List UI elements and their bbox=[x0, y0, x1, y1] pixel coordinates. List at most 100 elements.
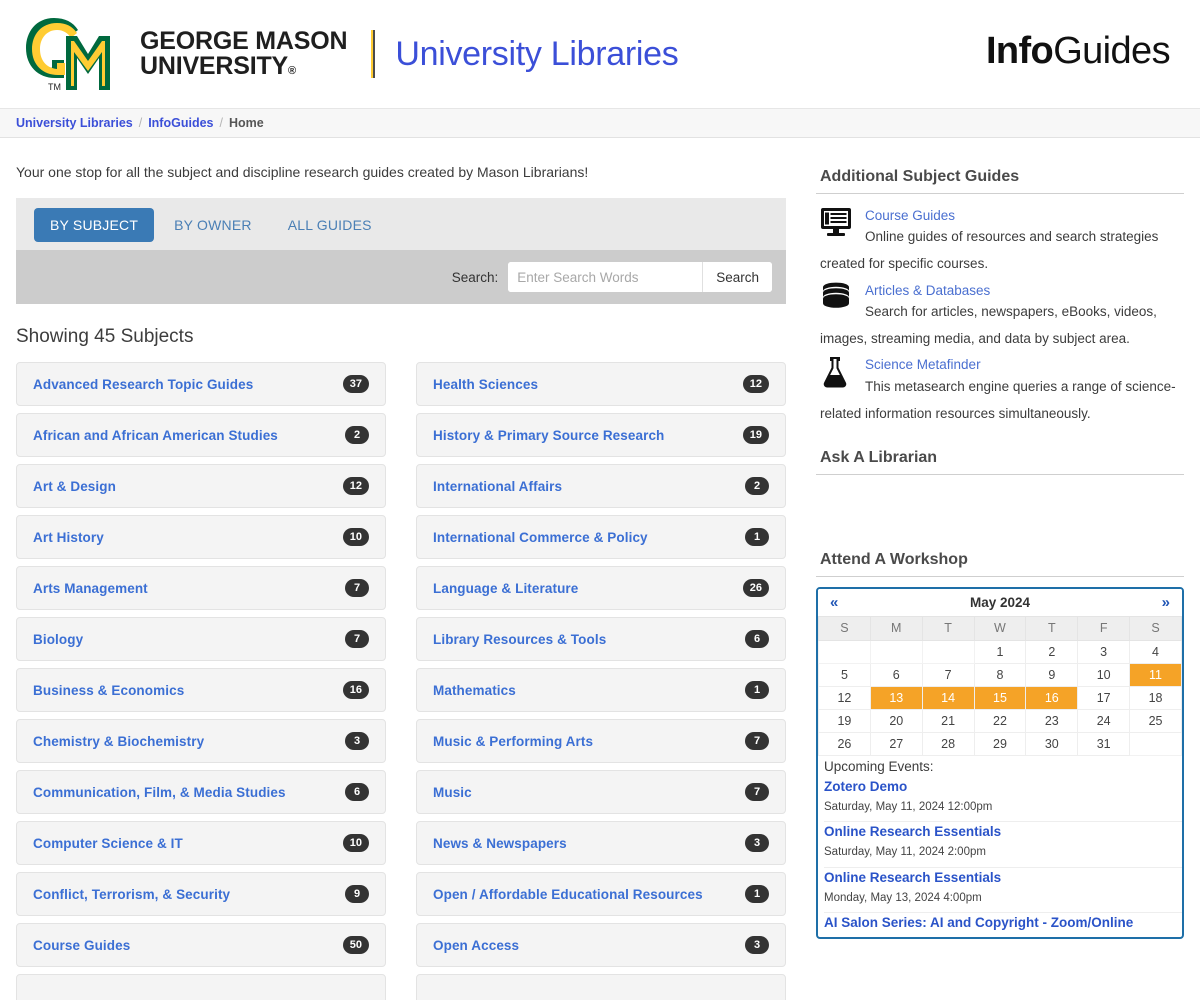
calendar-day-6[interactable]: 6 bbox=[869, 662, 923, 687]
event-title-link[interactable]: Online Research Essentials bbox=[824, 868, 1182, 889]
guide-item-course-guides[interactable]: Course Guides Online guides of resources… bbox=[816, 204, 1184, 248]
calendar-day-21[interactable]: 21 bbox=[921, 708, 975, 733]
event-title-link[interactable]: AI Salon Series: AI and Copyright - Zoom… bbox=[824, 913, 1182, 934]
subject-card[interactable]: Conflict, Terrorism, & Security 9 bbox=[16, 872, 386, 916]
guide-item-science-metafinder[interactable]: Science Metafinder This metasearch engin… bbox=[816, 353, 1184, 397]
calendar-day-9[interactable]: 9 bbox=[1025, 662, 1079, 687]
subject-card[interactable]: Open / Affordable Educational Resources 1 bbox=[416, 872, 786, 916]
tab-all-guides[interactable]: ALL GUIDES bbox=[272, 208, 388, 242]
site-header: TM GEORGE MASON UNIVERSITY® University L… bbox=[0, 0, 1200, 108]
calendar-day-14[interactable]: 14 bbox=[921, 685, 975, 710]
subject-card[interactable]: Music & Performing Arts 7 bbox=[416, 719, 786, 763]
calendar-day-18[interactable]: 18 bbox=[1129, 685, 1182, 710]
calendar-prev-month-button[interactable]: « bbox=[830, 594, 838, 611]
calendar-day-16[interactable]: 16 bbox=[1025, 685, 1079, 710]
subject-card[interactable]: Computer Science & IT 10 bbox=[16, 821, 386, 865]
calendar-day-10[interactable]: 10 bbox=[1077, 662, 1131, 687]
subject-card[interactable]: Library Resources & Tools 6 bbox=[416, 617, 786, 661]
subject-card[interactable]: International Commerce & Policy 1 bbox=[416, 515, 786, 559]
brand-lockup[interactable]: TM GEORGE MASON UNIVERSITY® bbox=[24, 14, 348, 94]
calendar-day-3[interactable]: 3 bbox=[1077, 639, 1131, 664]
subject-card[interactable]: News & Newspapers 3 bbox=[416, 821, 786, 865]
subject-card[interactable]: Art & Design 12 bbox=[16, 464, 386, 508]
subject-card-label: Art & Design bbox=[33, 478, 116, 494]
subject-card-count-badge: 6 bbox=[345, 783, 369, 801]
calendar-day-31[interactable]: 31 bbox=[1077, 731, 1131, 756]
calendar-day-30[interactable]: 30 bbox=[1025, 731, 1079, 756]
calendar-day-15[interactable]: 15 bbox=[973, 685, 1027, 710]
subject-card-count-badge: 1 bbox=[745, 885, 769, 903]
monitor-icon bbox=[820, 204, 856, 248]
infoguides-logo[interactable]: InfoGuides bbox=[986, 30, 1171, 73]
subject-card[interactable]: International Affairs 2 bbox=[416, 464, 786, 508]
subject-card[interactable]: History & Primary Source Research 19 bbox=[416, 413, 786, 457]
calendar-week-row: 19 20 21 22 23 24 25 bbox=[818, 708, 1182, 733]
calendar-day-8[interactable]: 8 bbox=[973, 662, 1027, 687]
calendar-weekday-6: S bbox=[1129, 615, 1182, 641]
search-button[interactable]: Search bbox=[702, 262, 772, 292]
subject-card-label: Art History bbox=[33, 529, 104, 545]
subject-card-label: Arts Management bbox=[33, 580, 148, 596]
search-box: Search bbox=[508, 262, 772, 292]
library-title[interactable]: University Libraries bbox=[395, 35, 678, 74]
guide-link-articles-databases[interactable]: Articles & Databases bbox=[865, 279, 1157, 302]
subject-card[interactable]: Biology 7 bbox=[16, 617, 386, 661]
calendar-day-27[interactable]: 27 bbox=[869, 731, 923, 756]
subject-card[interactable]: Arts Management 7 bbox=[16, 566, 386, 610]
subject-card[interactable]: Art History 10 bbox=[16, 515, 386, 559]
calendar-day-25[interactable]: 25 bbox=[1129, 708, 1182, 733]
calendar-day-empty bbox=[1129, 731, 1182, 756]
subject-card[interactable]: African and African American Studies 2 bbox=[16, 413, 386, 457]
guide-item-articles-databases[interactable]: Articles & Databases Search for articles… bbox=[816, 279, 1184, 323]
calendar-day-17[interactable]: 17 bbox=[1077, 685, 1131, 710]
calendar-day-22[interactable]: 22 bbox=[973, 708, 1027, 733]
calendar-day-28[interactable]: 28 bbox=[921, 731, 975, 756]
subject-card-label: Business & Economics bbox=[33, 682, 185, 698]
subject-card[interactable]: Business & Economics 16 bbox=[16, 668, 386, 712]
subject-card-count-badge: 1 bbox=[745, 528, 769, 546]
calendar-day-1[interactable]: 1 bbox=[973, 639, 1027, 664]
guide-link-course-guides[interactable]: Course Guides bbox=[865, 204, 1158, 227]
tab-by-subject[interactable]: BY SUBJECT bbox=[34, 208, 155, 242]
subject-card-count-badge: 12 bbox=[742, 375, 769, 393]
subject-card-count-badge: 9 bbox=[345, 885, 369, 903]
event-title-link[interactable]: Zotero Demo bbox=[824, 777, 1182, 798]
subject-card[interactable]: Open Access 3 bbox=[416, 923, 786, 967]
subject-card[interactable]: Advanced Research Topic Guides 37 bbox=[16, 362, 386, 406]
subject-card[interactable]: Chemistry & Biochemistry 3 bbox=[16, 719, 386, 763]
calendar-week-row: 26 27 28 29 30 31 bbox=[818, 731, 1182, 756]
subject-card[interactable]: Music 7 bbox=[416, 770, 786, 814]
subject-card[interactable]: Communication, Film, & Media Studies 6 bbox=[16, 770, 386, 814]
tab-by-owner[interactable]: BY OWNER bbox=[158, 208, 268, 242]
subject-card[interactable] bbox=[16, 974, 386, 1000]
calendar-day-20[interactable]: 20 bbox=[869, 708, 923, 733]
subject-card[interactable] bbox=[416, 974, 786, 1000]
calendar-day-12[interactable]: 12 bbox=[818, 685, 871, 710]
subject-card-label: History & Primary Source Research bbox=[433, 427, 665, 443]
subject-card-label: Open Access bbox=[433, 937, 520, 953]
calendar-next-month-button[interactable]: » bbox=[1162, 594, 1170, 611]
calendar-day-23[interactable]: 23 bbox=[1025, 708, 1079, 733]
calendar-day-29[interactable]: 29 bbox=[973, 731, 1027, 756]
calendar-day-4[interactable]: 4 bbox=[1129, 639, 1182, 664]
calendar-day-24[interactable]: 24 bbox=[1077, 708, 1131, 733]
calendar-day-11[interactable]: 11 bbox=[1129, 662, 1182, 687]
calendar-day-26[interactable]: 26 bbox=[818, 731, 871, 756]
calendar-day-2[interactable]: 2 bbox=[1025, 639, 1079, 664]
event-title-link[interactable]: Online Research Essentials bbox=[824, 822, 1182, 843]
subject-card[interactable]: Mathematics 1 bbox=[416, 668, 786, 712]
breadcrumb-item-university-libraries[interactable]: University Libraries bbox=[16, 116, 133, 130]
upcoming-events-title: Upcoming Events: bbox=[824, 758, 934, 774]
calendar-day-19[interactable]: 19 bbox=[818, 708, 871, 733]
subject-card[interactable]: Course Guides 50 bbox=[16, 923, 386, 967]
guide-link-science-metafinder[interactable]: Science Metafinder bbox=[865, 353, 1176, 376]
subject-card[interactable]: Language & Literature 26 bbox=[416, 566, 786, 610]
registered-mark: ® bbox=[288, 65, 296, 77]
guide-desc-line1: Online guides of resources and search st… bbox=[865, 229, 1159, 245]
subject-card[interactable]: Health Sciences 12 bbox=[416, 362, 786, 406]
calendar-day-7[interactable]: 7 bbox=[921, 662, 975, 687]
calendar-day-13[interactable]: 13 bbox=[869, 685, 923, 710]
breadcrumb-item-infoguides[interactable]: InfoGuides bbox=[148, 116, 213, 130]
calendar-day-5[interactable]: 5 bbox=[818, 662, 871, 687]
search-input[interactable] bbox=[508, 262, 703, 292]
